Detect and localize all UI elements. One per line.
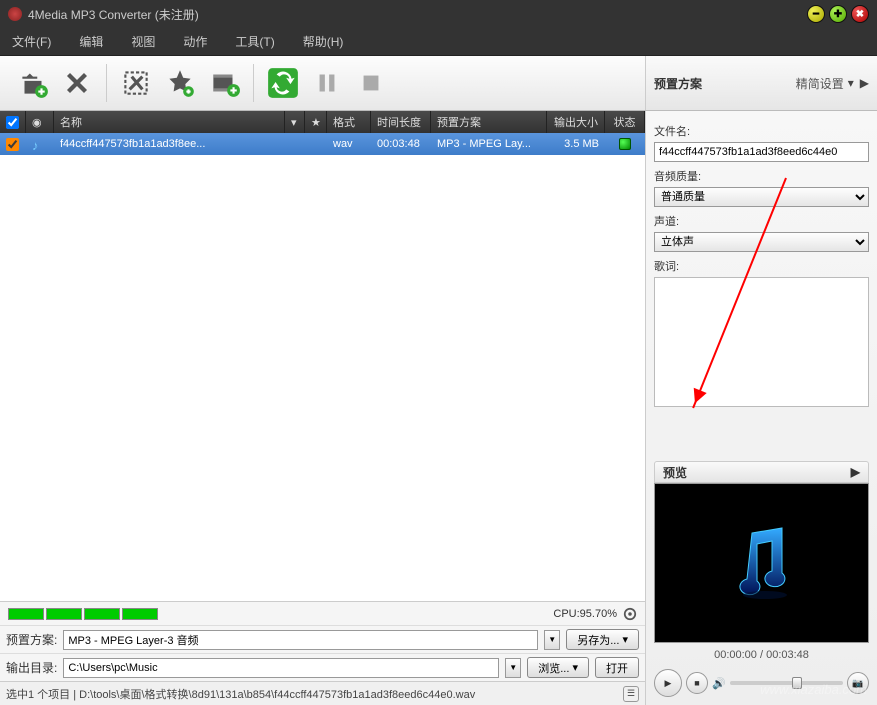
preview-controls: ▶ ■ 🔊 📷	[654, 667, 869, 699]
quality-select[interactable]: 普通质量	[654, 187, 869, 207]
status-ready-icon	[619, 138, 631, 150]
menu-file[interactable]: 文件(F)	[12, 33, 51, 50]
stop-preview-button[interactable]: ■	[686, 672, 708, 694]
menu-tools[interactable]: 工具(T)	[235, 33, 274, 50]
expand-panel-icon[interactable]: ▶	[860, 76, 869, 90]
column-format[interactable]: 格式	[327, 111, 371, 133]
snapshot-button[interactable]: 📷	[847, 672, 869, 694]
menubar: 文件(F) 编辑 视图 动作 工具(T) 帮助(H)	[0, 28, 877, 56]
table-row[interactable]: f44ccff447573fb1a1ad3f8ee... wav 00:03:4…	[0, 133, 645, 155]
preset-label: 预置方案:	[6, 631, 57, 648]
delete-button[interactable]	[56, 62, 98, 104]
toolbar	[0, 56, 645, 110]
column-status[interactable]: 状态	[605, 111, 645, 133]
preview-time: 00:00:00 / 00:03:48	[654, 643, 869, 667]
lyrics-field[interactable]	[654, 277, 869, 407]
open-button[interactable]: 打开	[595, 657, 639, 678]
gear-icon[interactable]	[623, 607, 637, 621]
row-size: 3.5 MB	[547, 133, 605, 155]
preview-expand-icon[interactable]: ▶	[851, 465, 860, 479]
column-star-icon[interactable]: ★	[305, 111, 327, 133]
titlebar: 4Media MP3 Converter (未注册) ━ ✚ ✖	[0, 0, 877, 28]
app-icon	[8, 7, 22, 21]
preview-area	[654, 483, 869, 643]
cpu-bar: CPU:95.70%	[0, 601, 645, 625]
outdir-row: 输出目录: C:\Users\pc\Music ▼ 浏览... ▾ 打开	[0, 653, 645, 681]
volume-icon[interactable]: 🔊	[712, 677, 726, 690]
add-clip-button[interactable]	[203, 62, 245, 104]
volume-slider[interactable]	[730, 681, 843, 685]
outdir-combo[interactable]: C:\Users\pc\Music	[63, 658, 499, 678]
preset-header-label: 预置方案	[654, 75, 796, 92]
window-title: 4Media MP3 Converter (未注册)	[28, 6, 807, 23]
minimize-button[interactable]: ━	[807, 5, 825, 23]
row-checkbox[interactable]	[6, 138, 19, 151]
effects-button[interactable]	[159, 62, 201, 104]
column-duration[interactable]: 时间长度	[371, 111, 431, 133]
side-panel: 文件名: 音频质量: 普通质量 声道: 立体声 歌词: 预览 ▶ 00:00:0…	[645, 111, 877, 705]
filename-field[interactable]	[654, 142, 869, 162]
add-file-button[interactable]	[12, 62, 54, 104]
convert-button[interactable]	[262, 62, 304, 104]
close-button[interactable]: ✖	[851, 5, 869, 23]
menu-action[interactable]: 动作	[183, 33, 207, 50]
column-size[interactable]: 输出大小	[547, 111, 605, 133]
quality-label: 音频质量:	[654, 168, 869, 184]
cut-button[interactable]	[115, 62, 157, 104]
channel-label: 声道:	[654, 213, 869, 229]
list-mode-icon[interactable]: ☰	[623, 686, 639, 702]
play-button[interactable]: ▶	[654, 669, 682, 697]
preview-header: 预览 ▶	[654, 461, 869, 483]
maximize-button[interactable]: ✚	[829, 5, 847, 23]
cpu-block	[8, 608, 44, 620]
music-note-icon	[727, 523, 797, 603]
save-as-button[interactable]: 另存为... ▾	[566, 629, 639, 650]
music-icon	[32, 138, 44, 150]
menu-help[interactable]: 帮助(H)	[303, 33, 344, 50]
preset-dropdown-icon[interactable]: ▼	[544, 630, 560, 650]
preview-label: 预览	[663, 464, 687, 481]
row-preset: MP3 - MPEG Lay...	[431, 133, 547, 155]
outdir-dropdown-icon[interactable]: ▼	[505, 658, 521, 678]
pause-button[interactable]	[306, 62, 348, 104]
stop-button[interactable]	[350, 62, 392, 104]
column-preset[interactable]: 预置方案	[431, 111, 547, 133]
compact-toggle-icon[interactable]: ▾	[848, 76, 854, 90]
cpu-block	[122, 608, 158, 620]
cpu-block	[46, 608, 82, 620]
preset-row: 预置方案: MP3 - MPEG Layer-3 音频 ▼ 另存为... ▾	[0, 625, 645, 653]
outdir-label: 输出目录:	[6, 659, 57, 676]
list-header: ◉ 名称 ▾ ★ 格式 时间长度 预置方案 输出大小 状态	[0, 111, 645, 133]
status-bar: 选中1 个项目 | D:\tools\桌面\格式转换\8d91\131a\b85…	[0, 681, 645, 705]
row-filename: f44ccff447573fb1a1ad3f8ee...	[54, 133, 285, 155]
channel-select[interactable]: 立体声	[654, 232, 869, 252]
compact-settings-label[interactable]: 精简设置	[796, 75, 844, 92]
column-name[interactable]: 名称	[54, 111, 285, 133]
column-sort-icon[interactable]: ▾	[285, 111, 305, 133]
browse-button[interactable]: 浏览... ▾	[527, 657, 589, 678]
cpu-text: CPU:95.70%	[553, 608, 617, 620]
menu-view[interactable]: 视图	[131, 33, 155, 50]
lyrics-label: 歌词:	[654, 258, 869, 274]
row-duration: 00:03:48	[371, 133, 431, 155]
status-text: 选中1 个项目 | D:\tools\桌面\格式转换\8d91\131a\b85…	[6, 686, 617, 702]
select-all-checkbox[interactable]	[6, 116, 19, 129]
file-list: f44ccff447573fb1a1ad3f8ee... wav 00:03:4…	[0, 133, 645, 601]
column-type-icon[interactable]: ◉	[26, 111, 54, 133]
row-format: wav	[327, 133, 371, 155]
preset-panel-header: 预置方案 精简设置 ▾ ▶	[645, 56, 877, 110]
cpu-block	[84, 608, 120, 620]
preset-combo[interactable]: MP3 - MPEG Layer-3 音频	[63, 630, 538, 650]
menu-edit[interactable]: 编辑	[79, 33, 103, 50]
filename-label: 文件名:	[654, 123, 869, 139]
